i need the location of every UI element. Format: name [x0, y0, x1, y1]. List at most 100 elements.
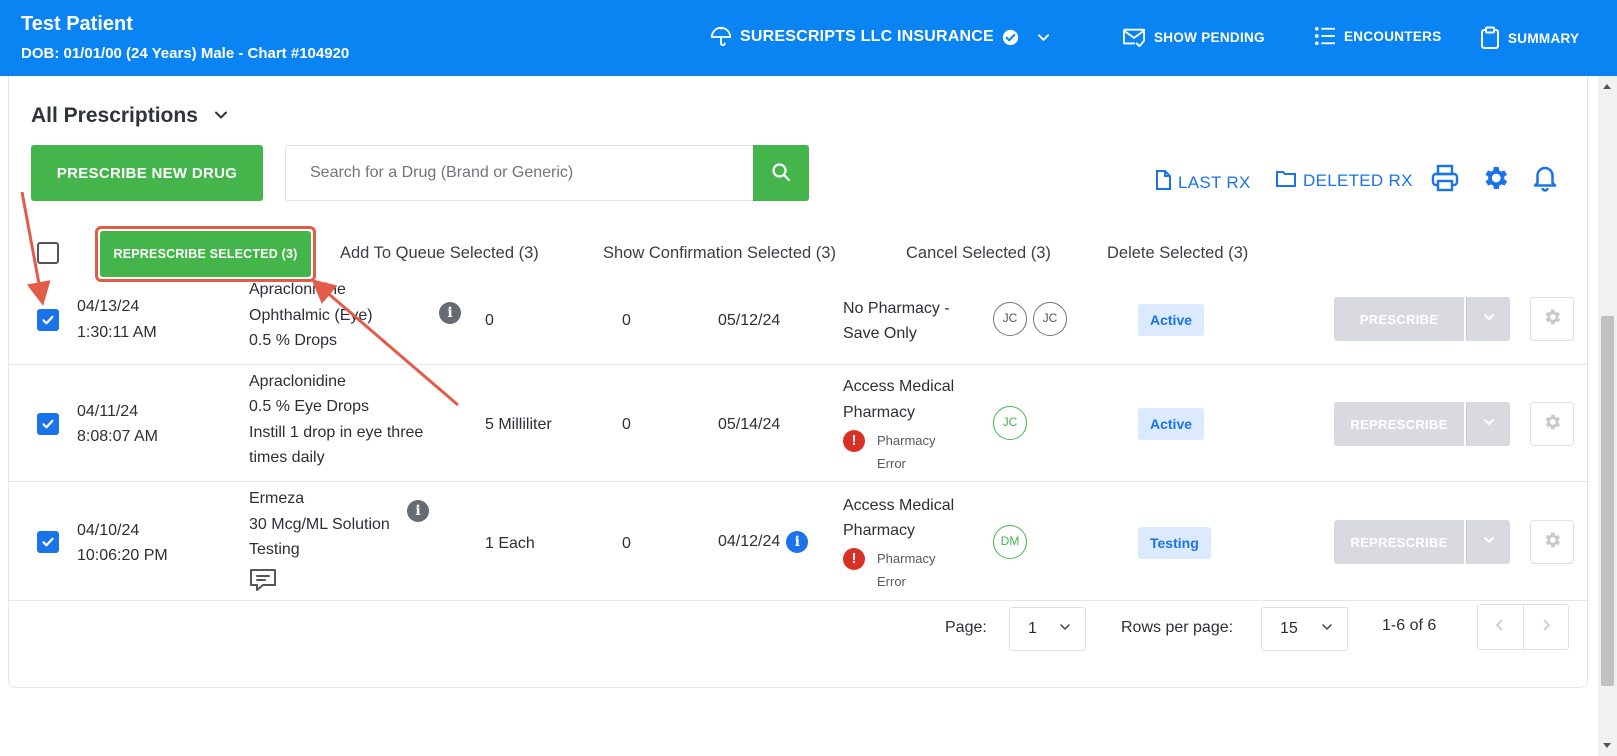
show-pending-label: SHOW PENDING	[1154, 29, 1265, 45]
bell-icon[interactable]	[1530, 163, 1560, 198]
represcribe-button[interactable]: REPRESCRIBE	[1334, 402, 1464, 446]
next-page-button[interactable]	[1522, 605, 1568, 649]
summary-button[interactable]: SUMMARY	[1480, 26, 1579, 50]
pharmacy-error-label: Pharmacy	[877, 551, 936, 566]
delete-selected[interactable]: Delete Selected (3)	[1107, 244, 1248, 263]
drug-sig: Instill 1 drop in eye three	[249, 424, 424, 441]
chevron-right-icon	[1541, 618, 1551, 636]
gear-icon	[1542, 307, 1562, 332]
rx-time: 8:08:07 AM	[77, 428, 158, 445]
encounters-button[interactable]: ENCOUNTERS	[1314, 26, 1442, 46]
drug-note: Testing	[249, 541, 300, 558]
clipboard-icon	[1480, 26, 1500, 50]
info-icon[interactable]: i	[439, 302, 461, 324]
drug-sig-line2: times daily	[249, 449, 325, 466]
row-divider	[8, 600, 1588, 601]
gear-icon[interactable]	[1480, 163, 1510, 198]
scrollbar-thumb[interactable]	[1601, 316, 1614, 686]
rx-refills: 0	[622, 535, 631, 552]
cancel-selected[interactable]: Cancel Selected (3)	[906, 244, 1051, 263]
row-checkbox[interactable]	[37, 309, 59, 331]
insurance-name: SURESCRIPTS LLC INSURANCE	[740, 28, 994, 45]
chevron-down-icon	[1483, 415, 1495, 433]
rx-quantity: 1 Each	[485, 535, 535, 552]
scroll-up-arrow-icon[interactable]	[1603, 84, 1611, 89]
pharmacy-name-line2: Pharmacy	[843, 404, 916, 421]
drug-form: 0.5 % Eye Drops	[249, 398, 370, 415]
patient-header: Test Patient DOB: 01/01/00 (24 Years) Ma…	[0, 0, 1617, 76]
rows-per-page-select[interactable]: 15	[1261, 607, 1348, 651]
chevron-down-icon	[1037, 31, 1050, 44]
rx-refills: 0	[622, 312, 631, 329]
status-badge: Active	[1138, 304, 1205, 336]
row-checkbox[interactable]	[37, 531, 59, 553]
summary-label: SUMMARY	[1508, 30, 1580, 46]
error-icon: !	[843, 430, 865, 452]
pharmacy-error-label: Pharmacy	[877, 433, 936, 448]
info-icon[interactable]: i	[407, 500, 429, 522]
row-settings-button[interactable]	[1530, 520, 1574, 564]
vertical-scrollbar[interactable]	[1598, 76, 1617, 756]
row-divider	[8, 481, 1588, 482]
rows-per-page-label: Rows per page:	[1121, 619, 1234, 636]
prescriber-initials: JC	[1033, 302, 1067, 336]
deleted-rx-link[interactable]: DELETED RX	[1276, 170, 1413, 192]
rx-end-date-cell: 04/12/24 i	[718, 529, 809, 554]
encounters-label: ENCOUNTERS	[1344, 28, 1442, 44]
row-settings-button[interactable]	[1530, 297, 1574, 341]
rx-refills: 0	[622, 416, 631, 433]
search-button[interactable]	[753, 145, 809, 201]
insurance-selector[interactable]: SURESCRIPTS LLC INSURANCE	[710, 26, 1050, 48]
pharmacy-name-line2: Pharmacy	[843, 522, 916, 539]
status-badge: Active	[1138, 408, 1205, 440]
rx-quantity: 5 Milliliter	[485, 416, 552, 433]
prescription-filter-dropdown[interactable]: All Prescriptions	[31, 104, 228, 128]
pharmacy-error-label-line2: Error	[877, 574, 906, 589]
rx-end-date: 04/12/24	[718, 533, 781, 550]
previous-page-button[interactable]	[1478, 605, 1523, 649]
prescribe-new-drug-button[interactable]: PRESCRIBE NEW DRUG	[31, 145, 263, 201]
represcribe-selected-button[interactable]: REPRESCRIBE SELECTED (3)	[100, 231, 311, 277]
action-dropdown[interactable]	[1466, 520, 1510, 564]
action-dropdown[interactable]	[1466, 297, 1510, 341]
show-pending-button[interactable]: SHOW PENDING	[1122, 26, 1265, 48]
row-checkbox[interactable]	[37, 413, 59, 435]
page-value: 1	[1028, 620, 1037, 637]
info-icon[interactable]: i	[786, 530, 809, 553]
chevron-left-icon	[1495, 618, 1505, 636]
umbrella-icon	[710, 26, 732, 48]
scroll-down-arrow-icon[interactable]	[1603, 743, 1611, 748]
add-to-queue-selected[interactable]: Add To Queue Selected (3)	[340, 244, 539, 263]
row-divider	[8, 364, 1588, 365]
select-all-checkbox[interactable]	[37, 242, 59, 264]
rx-quantity: 0	[485, 312, 494, 329]
row-settings-button[interactable]	[1530, 402, 1574, 446]
rx-time: 1:30:11 AM	[77, 324, 157, 341]
prescriber-initials: DM	[993, 525, 1027, 559]
mail-check-icon	[1122, 26, 1146, 48]
chevron-down-icon	[214, 104, 228, 128]
drug-name: Apraclonidine	[249, 373, 346, 390]
show-confirmation-selected[interactable]: Show Confirmation Selected (3)	[603, 244, 836, 263]
drug-form: 30 Mcg/ML Solution	[249, 516, 390, 533]
prescribe-button[interactable]: PRESCRIBE	[1334, 297, 1464, 341]
page-select[interactable]: 1	[1009, 607, 1086, 651]
deleted-rx-label: DELETED RX	[1303, 171, 1413, 190]
chevron-down-icon	[1483, 310, 1495, 328]
page-label: Page:	[945, 619, 987, 636]
drug-search-input[interactable]	[286, 146, 753, 200]
last-rx-label: LAST RX	[1178, 172, 1251, 192]
print-icon[interactable]	[1430, 163, 1460, 198]
chevron-down-icon	[1059, 620, 1071, 638]
prescriber-initials: JC	[993, 406, 1027, 440]
prescriber-initials: JC	[993, 302, 1027, 336]
comment-icon[interactable]	[249, 568, 277, 597]
action-dropdown[interactable]	[1466, 402, 1510, 446]
last-rx-link[interactable]: LAST RX	[1155, 170, 1251, 195]
rows-per-page-value: 15	[1280, 620, 1298, 637]
pharmacy-name-line2: Save Only	[843, 325, 917, 342]
rx-date: 04/10/24	[77, 522, 140, 539]
drug-search	[285, 145, 809, 201]
represcribe-button[interactable]: REPRESCRIBE	[1334, 520, 1464, 564]
rx-date: 04/11/24	[77, 403, 139, 420]
